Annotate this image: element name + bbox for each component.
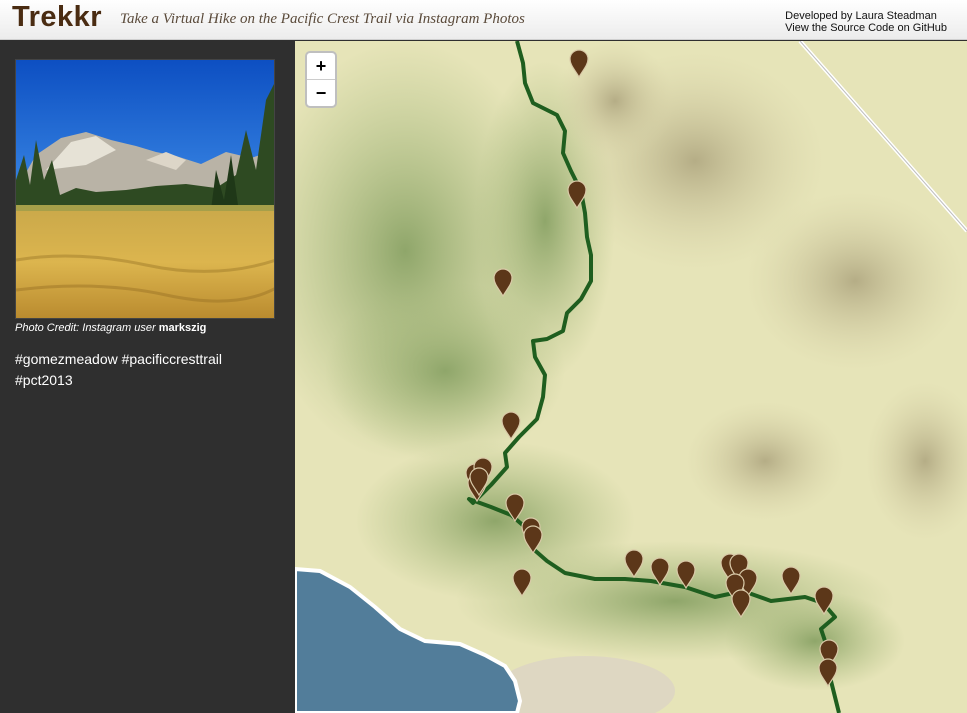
app-logo[interactable]: Trekkr (12, 1, 102, 34)
instagram-username[interactable]: markszig (159, 322, 207, 334)
developer-link[interactable]: Developed by Laura Steadman (785, 10, 947, 22)
zoom-controls: + − (305, 51, 337, 108)
photo-credit: Photo Credit: Instagram user markszig (15, 322, 206, 334)
header-bar: Trekkr Take a Virtual Hike on the Pacifi… (0, 0, 967, 40)
map-tiles[interactable] (295, 41, 967, 713)
meadow-photo-image (16, 60, 274, 318)
photo-credit-prefix: Photo Credit: Instagram user (15, 322, 156, 334)
credits: Developed by Laura Steadman View the Sou… (785, 10, 947, 34)
photo-hashtags: #gomezmeadow #pacificcresttrail #pct2013 (15, 351, 222, 388)
zoom-out-button[interactable]: − (307, 79, 335, 106)
trail-map[interactable]: + − (295, 41, 967, 713)
github-source-link[interactable]: View the Source Code on GitHub (785, 22, 947, 34)
sidebar: Photo Credit: Instagram user markszig #g… (0, 41, 295, 713)
zoom-in-button[interactable]: + (307, 53, 335, 79)
instagram-photo (15, 59, 275, 319)
tagline: Take a Virtual Hike on the Pacific Crest… (120, 11, 525, 27)
